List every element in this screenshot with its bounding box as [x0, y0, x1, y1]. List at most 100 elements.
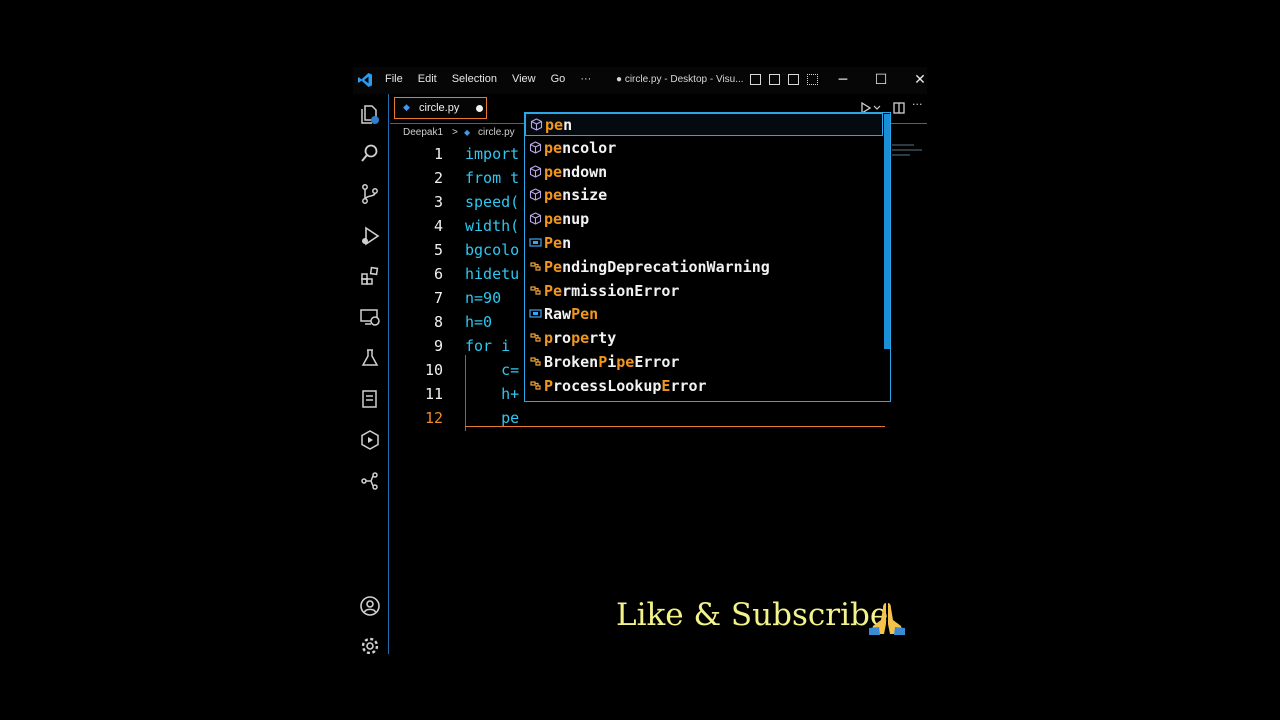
line-code: width( [465, 217, 520, 235]
suggestion-label: PermissionError [544, 281, 680, 300]
suggestion-item[interactable]: RawPen [525, 303, 883, 326]
line-code: import [465, 145, 520, 163]
line-number: 7 [433, 289, 443, 307]
source-control-icon[interactable] [359, 183, 381, 205]
suggestion-item[interactable]: ProcessLookupError [525, 375, 883, 398]
suggestion-item[interactable]: property [525, 327, 883, 350]
explorer-icon[interactable] [359, 103, 381, 125]
line-number: 6 [433, 265, 443, 283]
line-code: pe [465, 409, 520, 427]
current-line-highlight [465, 426, 885, 427]
customize-layout-icon[interactable] [807, 74, 818, 85]
class-icon [530, 357, 541, 366]
suggestion-label: BrokenPipeError [544, 353, 680, 371]
git-graph-icon[interactable] [359, 470, 381, 492]
breadcrumb-folder[interactable]: Deepak1 [403, 127, 443, 138]
title-bar: File Edit Selection View Go ··· ● circle… [353, 67, 927, 94]
line-number: 10 [424, 361, 443, 379]
toggle-panel-icon[interactable] [769, 74, 780, 85]
menu-more[interactable]: ··· [580, 73, 591, 85]
suggestion-label: pensize [544, 186, 608, 205]
line-code: from t [465, 169, 520, 187]
unsaved-dot-icon[interactable] [476, 105, 483, 112]
accounts-icon[interactable] [359, 595, 381, 617]
suggestion-item[interactable]: PendingDeprecationWarning [525, 256, 883, 279]
suggestion-scrollbar[interactable] [884, 114, 890, 349]
class-icon [530, 262, 541, 271]
suggestion-label: penup [544, 210, 590, 229]
suggestion-item[interactable]: penup [525, 208, 883, 231]
method-cube-icon [529, 212, 542, 225]
suggestion-item[interactable]: pensize [525, 184, 883, 207]
line-number: 1 [433, 145, 443, 163]
breadcrumb-file[interactable]: circle.py [478, 127, 515, 138]
line-code: speed( [465, 193, 520, 211]
window-title: ● circle.py - Desktop - Visu... [616, 74, 744, 85]
suggestion-item[interactable]: pendown [525, 161, 883, 184]
search-icon[interactable] [359, 142, 381, 164]
breadcrumb-separator: > [452, 127, 458, 138]
menu-selection[interactable]: Selection [452, 73, 497, 85]
line-code: for i [465, 337, 511, 355]
suggestion-item[interactable]: pencolor [525, 137, 883, 160]
suggestion-label: pencolor [544, 138, 617, 157]
class-icon [530, 381, 541, 390]
maximize-button[interactable]: ☐ [870, 70, 892, 90]
tab-circle-py[interactable]: ◆ circle.py [394, 97, 487, 119]
menu-view[interactable]: View [512, 73, 536, 85]
menu-file[interactable]: File [385, 73, 403, 85]
menu-bar: File Edit Selection View Go ··· [385, 73, 591, 85]
suggestion-label: Pen [544, 234, 572, 252]
class-icon [530, 333, 541, 342]
line-number: 3 [433, 193, 443, 211]
variable-icon [529, 238, 542, 247]
subscribe-overlay-text: Like & Subscribe [616, 597, 889, 633]
remote-explorer-icon[interactable] [359, 306, 381, 328]
notebook-icon[interactable] [359, 388, 381, 410]
line-code: bgcolo [465, 241, 520, 259]
python-file-icon: ◆ [403, 103, 410, 113]
copilot-icon[interactable] [359, 429, 381, 451]
close-window-button[interactable]: ✕ [909, 70, 927, 90]
tab-label: circle.py [419, 102, 460, 114]
split-editor-icon[interactable] [893, 102, 905, 114]
line-code: h=0 [465, 313, 493, 331]
run-and-debug-icon[interactable] [359, 225, 381, 247]
suggestion-label: RawPen [544, 305, 599, 324]
settings-gear-icon[interactable] [359, 635, 381, 654]
activity-bar [353, 94, 389, 654]
suggestion-label: PendingDeprecationWarning [544, 257, 770, 276]
toggle-primary-sidebar-icon[interactable] [750, 74, 761, 85]
method-cube-icon [529, 188, 542, 202]
line-number: 11 [424, 385, 443, 403]
method-cube-icon [529, 141, 542, 154]
toggle-secondary-sidebar-icon[interactable] [788, 74, 799, 85]
vscode-logo-icon [358, 73, 372, 87]
method-cube-icon [530, 118, 543, 131]
suggestion-item[interactable]: BrokenPipeError [525, 351, 883, 374]
extensions-icon[interactable] [359, 265, 381, 287]
menu-edit[interactable]: Edit [418, 73, 437, 85]
suggestion-label: pen [545, 116, 573, 134]
praying-hands-icon [869, 603, 905, 635]
line-number: 5 [433, 241, 443, 259]
suggestion-item[interactable]: pen [525, 113, 883, 136]
line-number: 4 [433, 217, 443, 235]
suggestion-label: property [544, 329, 617, 348]
menu-go[interactable]: Go [551, 73, 566, 85]
line-code: c= [465, 361, 520, 379]
suggestion-item[interactable]: Pen [525, 232, 883, 255]
more-actions-icon[interactable]: ··· [912, 98, 923, 111]
suggestion-label: ProcessLookupError [544, 376, 707, 395]
testing-icon[interactable] [359, 347, 381, 369]
suggestion-item[interactable]: PermissionError [525, 280, 883, 303]
minimap[interactable] [890, 140, 926, 162]
minimize-button[interactable]: ─ [832, 70, 854, 90]
line-number: 9 [433, 337, 443, 355]
code-line-active: 12 pe [390, 407, 927, 431]
method-cube-icon [529, 164, 542, 178]
suggestion-widget: pen pencolor pendown pensize penup Pen Pending… [524, 112, 891, 402]
line-code: n=90 [465, 289, 502, 307]
python-file-icon: ◆ [464, 128, 471, 137]
class-icon [530, 285, 541, 295]
